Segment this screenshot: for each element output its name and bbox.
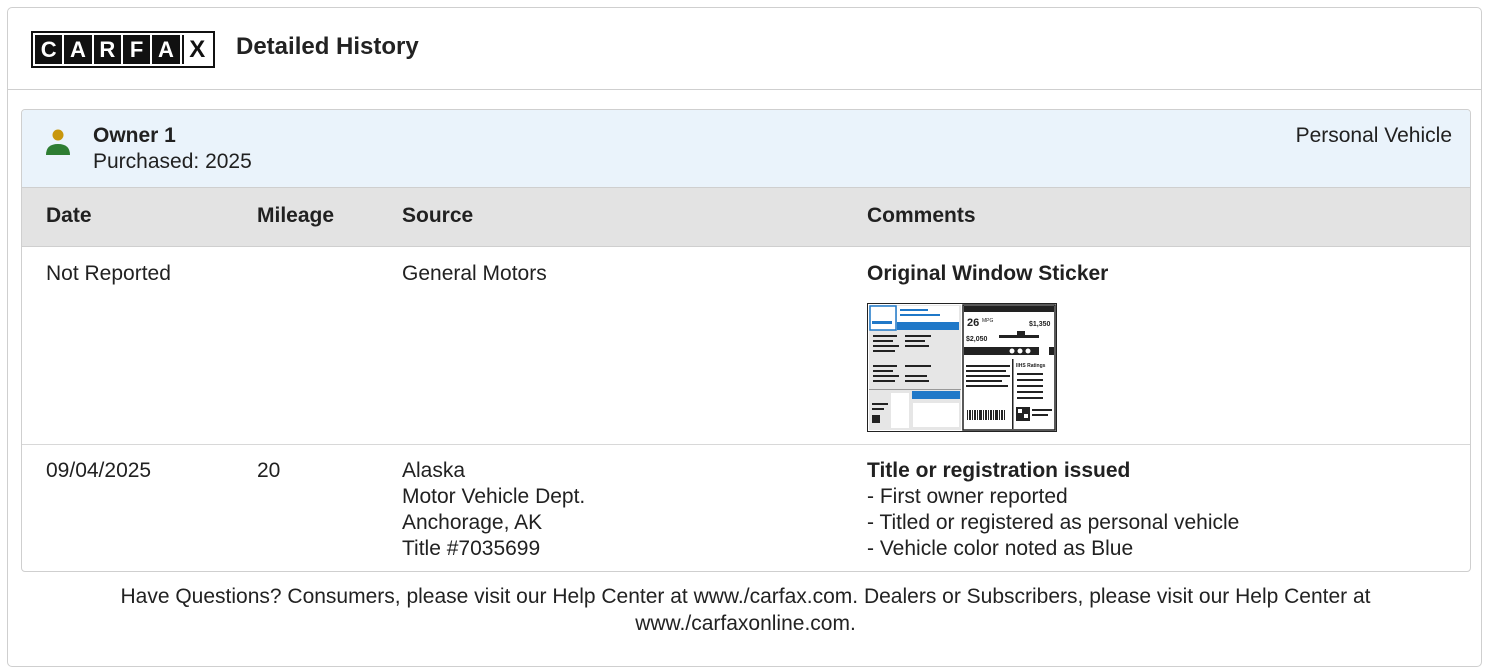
row-source: Alaska Motor Vehicle Dept. Anchorage, AK… bbox=[402, 458, 585, 562]
source-line: General Motors bbox=[402, 262, 547, 285]
logo-letter: X bbox=[181, 35, 211, 64]
table-row: 09/04/2025 20 Alaska Motor Vehicle Dept.… bbox=[22, 444, 1470, 571]
column-header-mileage: Mileage bbox=[257, 204, 335, 227]
logo-letter: C bbox=[35, 35, 63, 64]
comment-line: - Titled or registered as personal vehic… bbox=[867, 511, 1240, 534]
comment-title: Original Window Sticker bbox=[867, 262, 1109, 285]
footer-line: www./carfaxonline.com. bbox=[635, 612, 856, 635]
logo-letter: F bbox=[122, 35, 151, 64]
comment-line: - First owner reported bbox=[867, 485, 1068, 508]
source-line: Motor Vehicle Dept. bbox=[402, 485, 586, 508]
row-date: Not Reported bbox=[46, 262, 171, 285]
logo-letter: A bbox=[152, 35, 180, 64]
owner-section: Owner 1 Purchased: 2025 Personal Vehicle… bbox=[21, 109, 1471, 572]
table-row: Not Reported General Motors Original Win… bbox=[22, 247, 1470, 445]
vehicle-type: Personal Vehicle bbox=[1295, 124, 1452, 147]
help-footer: Have Questions? Consumers, please visit … bbox=[8, 583, 1483, 637]
source-line: Alaska bbox=[402, 459, 466, 482]
column-header-comments: Comments bbox=[867, 204, 976, 227]
sticker-ratings: IIHS Ratings bbox=[1016, 363, 1046, 369]
source-line: Anchorage, AK bbox=[402, 511, 543, 534]
history-card: C A R F A X Detailed History Owner 1 Pur… bbox=[7, 7, 1482, 667]
row-source: General Motors bbox=[402, 261, 547, 287]
page-title: Detailed History bbox=[236, 33, 419, 60]
footer-line: Have Questions? Consumers, please visit … bbox=[120, 585, 1371, 608]
owner-header: Owner 1 Purchased: 2025 Personal Vehicle bbox=[22, 110, 1470, 188]
owner-name: Owner 1 bbox=[93, 124, 176, 147]
carfax-logo: C A R F A X bbox=[31, 31, 215, 68]
source-line: Title #7035699 bbox=[402, 537, 541, 560]
sticker-mpg: 26 bbox=[967, 317, 979, 329]
owner-purchased: Purchased: 2025 bbox=[93, 150, 252, 173]
comment-title: Title or registration issued bbox=[867, 459, 1131, 482]
table-header: Date Mileage Source Comments bbox=[22, 188, 1470, 247]
window-sticker-thumbnail[interactable]: 26 MPG $1,350 $2,050 IIHS Ratings bbox=[867, 303, 1057, 432]
row-date: 09/04/2025 bbox=[46, 459, 152, 482]
column-header-date: Date bbox=[46, 204, 92, 227]
sticker-mpg-unit: MPG bbox=[982, 318, 994, 324]
logo-letter: A bbox=[64, 35, 92, 64]
logo-letter: R bbox=[93, 35, 121, 64]
person-icon bbox=[46, 129, 70, 155]
sticker-save: $1,350 bbox=[1029, 321, 1051, 328]
column-header-source: Source bbox=[402, 204, 474, 227]
comment-line: - Vehicle color noted as Blue bbox=[867, 537, 1134, 560]
row-mileage: 20 bbox=[257, 459, 281, 482]
row-comments: Title or registration issued - First own… bbox=[867, 458, 1239, 562]
card-header: C A R F A X Detailed History bbox=[8, 8, 1481, 90]
sticker-cost: $2,050 bbox=[966, 336, 988, 343]
